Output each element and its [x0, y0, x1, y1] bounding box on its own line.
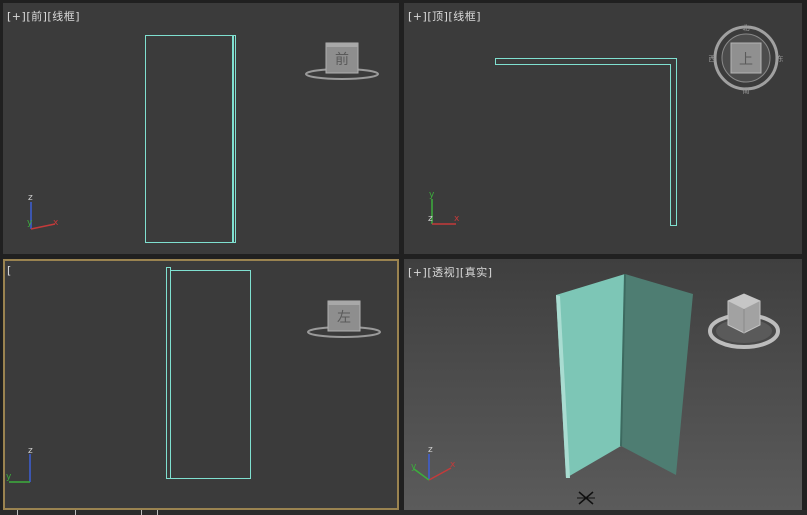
wall-wireframe-top[interactable] [495, 58, 677, 226]
axis-label-y: y [27, 218, 33, 228]
axis-label-x: x [53, 218, 59, 228]
axis-label-z: z [28, 193, 33, 203]
axis-label-x: x [450, 460, 456, 470]
viewcube-face-label: 左 [337, 310, 351, 326]
axis-tripod: y x z [428, 190, 460, 225]
viewport-perspective-canvas: z x y [411, 273, 780, 505]
viewcube-face-label: 上 [739, 52, 753, 68]
timeline-tick [157, 510, 158, 515]
viewcube-face-label: 前 [335, 51, 349, 68]
viewport-top-canvas: 上 北 南 西 东 y x z [428, 24, 784, 226]
viewcube[interactable]: 前 [305, 42, 379, 80]
wall-object-shaded[interactable] [556, 273, 693, 478]
wall-wireframe-front[interactable] [145, 35, 234, 243]
axis-label-x: x [454, 214, 460, 224]
axis-label-y: y [429, 190, 435, 200]
viewport-front-canvas: 前 z x y [27, 35, 379, 243]
svg-text:东: 东 [777, 54, 784, 63]
viewport-top[interactable]: [+][顶][线框] 上 北 南 西 东 y x z [404, 3, 802, 254]
viewport-left[interactable]: [ 左 z y [3, 259, 399, 510]
viewcube[interactable] [708, 293, 780, 349]
viewcube[interactable]: 上 北 南 西 东 [709, 24, 784, 95]
svg-text:西: 西 [709, 55, 716, 63]
timeline-strip[interactable] [0, 510, 807, 515]
wall-wireframe-side-edge[interactable] [166, 267, 171, 479]
axis-label-y: y [411, 462, 417, 472]
axis-tripod: z y [6, 446, 33, 483]
viewport-front[interactable]: [+][前][线框] 前 z x y [3, 3, 399, 254]
wall-wireframe-left[interactable] [170, 270, 251, 479]
timeline-tick [75, 510, 76, 515]
timeline-tick [141, 510, 142, 515]
axis-tripod: z x y [411, 445, 456, 481]
timeline-tick [17, 510, 18, 515]
axis-label-z: z [28, 446, 33, 456]
axis-label-z: z [428, 214, 433, 224]
svg-text:北: 北 [743, 24, 750, 32]
viewport-left-canvas: 左 z y [6, 267, 381, 483]
axis-tripod: z x y [27, 193, 59, 230]
viewcube[interactable]: 左 [307, 300, 381, 338]
axis-label-z: z [428, 445, 433, 455]
axis-label-y: y [6, 472, 12, 482]
svg-text:南: 南 [743, 86, 750, 95]
world-origin-marker [577, 491, 595, 505]
viewport-perspective[interactable]: [+][透视][真实] z x y [404, 259, 802, 510]
